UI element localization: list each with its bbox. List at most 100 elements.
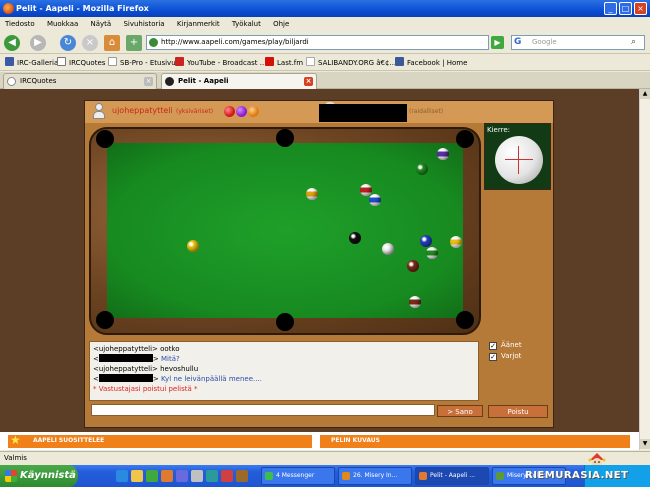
pool-ball-stripe: [369, 194, 381, 206]
bookmark-sb-pro[interactable]: SB-Pro - Etusivu: [108, 57, 176, 69]
taskbar-item-messenger[interactable]: 4 Messenger: [261, 467, 335, 485]
chat-line: < > Mitä?: [93, 354, 180, 363]
chat-input[interactable]: [91, 404, 435, 416]
menu-help[interactable]: Ohje: [268, 17, 294, 31]
maximize-button[interactable]: □: [619, 2, 632, 15]
bookmark-salibandy[interactable]: SALIBANDY.ORG â€¢...: [306, 57, 396, 69]
page-icon: [306, 57, 315, 66]
window-titlebar: Pelit - Aapeli - Mozilla Firefox: [0, 0, 650, 17]
chat-line: <ujoheppatytteli> hevoshullu: [93, 365, 199, 373]
vertical-scrollbar[interactable]: ▲ ▼: [639, 89, 650, 450]
quicklaunch-app-icon[interactable]: [206, 470, 218, 482]
url-bar[interactable]: http://www.aapeli.com/games/play/biljard…: [146, 35, 489, 50]
firefox-icon: [419, 472, 427, 480]
youtube-icon: [175, 57, 184, 66]
tab-pelit-aapeli[interactable]: Pelit - Aapeli ×: [161, 73, 317, 89]
page-icon: [57, 57, 66, 66]
pocket: [276, 129, 294, 147]
close-button[interactable]: ×: [634, 2, 647, 15]
pocket: [456, 311, 474, 329]
google-icon: G: [514, 37, 522, 47]
close-tab-icon[interactable]: ×: [304, 77, 313, 86]
remaining-ball-icon: [236, 106, 247, 117]
page-icon: [7, 77, 16, 86]
minimize-button[interactable]: _: [604, 2, 617, 15]
irc-galleria-icon: [5, 57, 14, 66]
remaining-ball-icon: [224, 106, 235, 117]
pool-ball-stripe: [437, 148, 449, 160]
reload-icon[interactable]: ↻: [60, 35, 76, 51]
quicklaunch-ie-icon[interactable]: [116, 470, 128, 482]
url-text: http://www.aapeli.com/games/play/biljard…: [161, 38, 309, 46]
pool-ball-solid: [416, 163, 428, 175]
redacted-name: [98, 374, 153, 382]
chat-system-message: * Vastustajasi poistui pelistä *: [93, 385, 198, 393]
player1-ball-type: (yksiväriset): [176, 108, 214, 115]
site-icon: [149, 38, 158, 47]
quit-button[interactable]: Poistu: [488, 405, 548, 418]
menu-bar: Tiedosto Muokkaa Näytä Sivuhistoria Kirj…: [0, 17, 650, 31]
pool-ball-stripe: [360, 184, 372, 196]
player-avatar-icon: [92, 103, 106, 120]
pool-ball-stripe: [426, 247, 438, 259]
redacted-name: [98, 354, 153, 362]
facebook-icon: [395, 57, 404, 66]
bookmark-irc-galleria[interactable]: IRC-Galleria: [5, 57, 58, 69]
pool-ball-solid: [420, 235, 432, 247]
menu-bookmarks[interactable]: Kirjanmerkit: [172, 17, 225, 31]
start-button[interactable]: Käynnistä: [0, 465, 78, 487]
spin-label: Kierre:: [487, 126, 510, 134]
close-tab-icon[interactable]: ×: [144, 77, 153, 86]
shadows-checkbox[interactable]: ✓: [489, 353, 497, 361]
sound-checkbox[interactable]: ✓: [489, 342, 497, 350]
stop-icon[interactable]: ×: [82, 35, 98, 51]
bookmark-ircquotes[interactable]: IRCQuotes: [57, 57, 105, 69]
player2-ball-type: (raidalliset): [409, 108, 444, 115]
pool-ball-stripe: [306, 188, 318, 200]
quicklaunch-app-icon[interactable]: [236, 470, 248, 482]
quicklaunch-messenger-icon[interactable]: [146, 470, 158, 482]
bookmark-lastfm[interactable]: Last.fm: [265, 57, 303, 69]
search-icon[interactable]: ⌕: [631, 37, 642, 48]
taskbar-item-misery-in[interactable]: 26. Misery In...: [338, 467, 412, 485]
back-arrow-icon[interactable]: ◀: [4, 35, 20, 51]
aapeli-icon: [165, 77, 174, 86]
firefox-icon: [3, 3, 14, 14]
tab-ircquotes[interactable]: IRCQuotes ×: [3, 73, 157, 89]
remaining-ball-icon: [248, 106, 259, 117]
quicklaunch-app-icon[interactable]: [191, 470, 203, 482]
eight-ball: [349, 232, 361, 244]
spin-ball-crosshair[interactable]: [495, 136, 543, 184]
bookmark-youtube[interactable]: YouTube - Broadcast ...: [175, 57, 266, 69]
send-button[interactable]: > Sano: [437, 405, 483, 417]
pool-table-felt[interactable]: [107, 143, 463, 318]
pocket: [456, 130, 474, 148]
quicklaunch-app-icon[interactable]: [221, 470, 233, 482]
bookmark-facebook[interactable]: Facebook | Home: [395, 57, 467, 69]
go-button[interactable]: ▶: [491, 36, 504, 49]
quicklaunch-firefox-icon[interactable]: [161, 470, 173, 482]
quicklaunch-folder-icon[interactable]: [131, 470, 143, 482]
media-player-icon: [342, 472, 350, 480]
scroll-down-icon[interactable]: ▼: [640, 439, 650, 449]
taskbar-item-pelit-aapeli[interactable]: Pelit - Aapeli ...: [415, 467, 489, 485]
page-icon: [108, 57, 117, 66]
menu-file[interactable]: Tiedosto: [0, 17, 40, 31]
pocket: [276, 313, 294, 331]
description-heading: PELIN KUVAUS: [331, 437, 380, 444]
quicklaunch-app-icon[interactable]: [176, 470, 188, 482]
menu-tools[interactable]: Työkalut: [227, 17, 266, 31]
menu-history[interactable]: Sivuhistoria: [118, 17, 169, 31]
forward-arrow-icon[interactable]: ▶: [30, 35, 46, 51]
search-input[interactable]: G Google ⌕: [511, 35, 645, 50]
menu-edit[interactable]: Muokkaa: [42, 17, 83, 31]
scroll-up-icon[interactable]: ▲: [640, 89, 650, 99]
player2-name-redacted: [319, 104, 407, 122]
menu-view[interactable]: Näytä: [86, 17, 117, 31]
new-tab-icon[interactable]: +: [126, 35, 142, 51]
pool-ball-stripe: [409, 296, 421, 308]
lastfm-icon: [265, 57, 274, 66]
home-icon[interactable]: ⌂: [104, 35, 120, 51]
recommends-heading: AAPELI SUOSITTELEE: [33, 437, 105, 444]
pool-ball-stripe: [450, 236, 462, 248]
